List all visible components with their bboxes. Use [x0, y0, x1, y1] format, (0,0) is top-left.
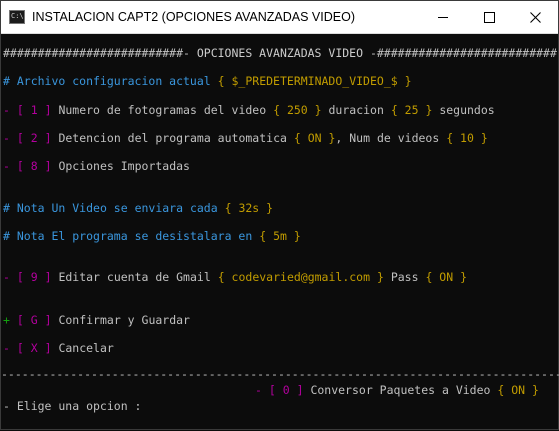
minimize-button[interactable]: [420, 1, 466, 34]
option-bullet: -: [255, 383, 262, 397]
option-bullet: +: [3, 313, 10, 327]
option-key: [ 2 ]: [16, 131, 52, 145]
divider: ----------------------------------------…: [1, 367, 559, 381]
note-1: # Nota Un Video se enviara cada { 32s }: [3, 201, 273, 215]
note-value: { 32s }: [224, 201, 274, 215]
option-text: Confirmar y Guardar: [58, 313, 190, 327]
note-text: El programa se desistalara en: [51, 229, 253, 243]
option-2: - [ 2 ] Detencion del programa automatic…: [3, 131, 488, 145]
console-output[interactable]: ##########################- OPCIONES AVA…: [1, 34, 559, 431]
title-bar[interactable]: C:\. INSTALACION CAPT2 (OPCIONES AVANZAD…: [1, 1, 558, 34]
header-right-hashes: -##########################: [369, 46, 557, 60]
config-value: { $_PREDETERMINADO_VIDEO_$ }: [217, 74, 412, 88]
divider-dashes: ----------------------------------------…: [1, 367, 559, 381]
note-2: # Nota El programa se desistalara en { 5…: [3, 229, 301, 243]
option-key: [ 9 ]: [16, 270, 52, 284]
console-window: C:\. INSTALACION CAPT2 (OPCIONES AVANZAD…: [0, 0, 559, 430]
input-prompt[interactable]: - Elige una opcion :: [3, 399, 141, 413]
option-text: Opciones Importadas: [58, 159, 190, 173]
option-bullet: -: [3, 103, 10, 117]
prompt-text: - Elige una opcion :: [3, 399, 142, 413]
option-bullet: -: [3, 270, 10, 284]
config-line: # Archivo configuracion actual { $_PREDE…: [3, 74, 412, 88]
option-value: { 10 }: [446, 131, 488, 145]
config-label: # Archivo configuracion actual: [3, 74, 211, 88]
option-text: Cancelar: [58, 341, 114, 355]
option-text: Detencion del programa automatica: [58, 131, 287, 145]
gmail-pass: { ON }: [425, 270, 467, 284]
option-value: { 250 }: [273, 103, 322, 117]
option-text: Editar cuenta de Gmail: [58, 270, 211, 284]
option-key: [ 8 ]: [16, 159, 52, 173]
option-text: duracion: [328, 103, 384, 117]
option-key: [ X ]: [16, 341, 52, 355]
header-left-hashes: ##########################-: [3, 46, 190, 60]
note-label: # Nota: [3, 201, 45, 215]
maximize-icon: [483, 11, 495, 23]
option-key: [ 0 ]: [268, 383, 304, 397]
menu-header: ##########################- OPCIONES AVA…: [3, 46, 557, 60]
option-0: - [ 0 ] Conversor Paquetes a Video { ON …: [255, 383, 539, 397]
option-text: Conversor Paquetes a Video: [310, 383, 491, 397]
option-key: [ G ]: [16, 313, 52, 327]
option-bullet: -: [3, 131, 10, 145]
option-text: , Num de videos: [335, 131, 440, 145]
close-icon: [529, 11, 541, 23]
option-key: [ 1 ]: [16, 103, 52, 117]
close-button[interactable]: [512, 1, 558, 34]
minimize-icon: [438, 16, 448, 18]
option-text: segundos: [439, 103, 495, 117]
note-label: # Nota: [3, 229, 45, 243]
window-title: INSTALACION CAPT2 (OPCIONES AVANZADAS VI…: [32, 10, 355, 24]
console-app-icon: C:\.: [9, 10, 25, 24]
option-text: Numero de fotogramas del video: [58, 103, 267, 117]
option-bullet: -: [3, 341, 10, 355]
note-text: Un Video se enviara cada: [51, 201, 218, 215]
option-text: Pass: [390, 270, 419, 284]
note-value: { 5m }: [259, 229, 301, 243]
option-value: { ON }: [497, 383, 539, 397]
option-9: - [ 9 ] Editar cuenta de Gmail { codevar…: [3, 270, 467, 284]
option-cancel: - [ X ] Cancelar: [3, 341, 114, 355]
option-bullet: -: [3, 159, 10, 173]
maximize-button[interactable]: [466, 1, 512, 34]
option-8: - [ 8 ] Opciones Importadas: [3, 159, 190, 173]
header-title: OPCIONES AVANZADAS VIDEO: [189, 46, 370, 60]
option-value: { ON }: [293, 131, 336, 145]
option-confirm: + [ G ] Confirmar y Guardar: [3, 313, 190, 327]
option-1: - [ 1 ] Numero de fotogramas del video {…: [3, 103, 495, 117]
option-value: { 25 }: [390, 103, 433, 117]
gmail-email: { codevaried@gmail.com }: [217, 270, 384, 284]
